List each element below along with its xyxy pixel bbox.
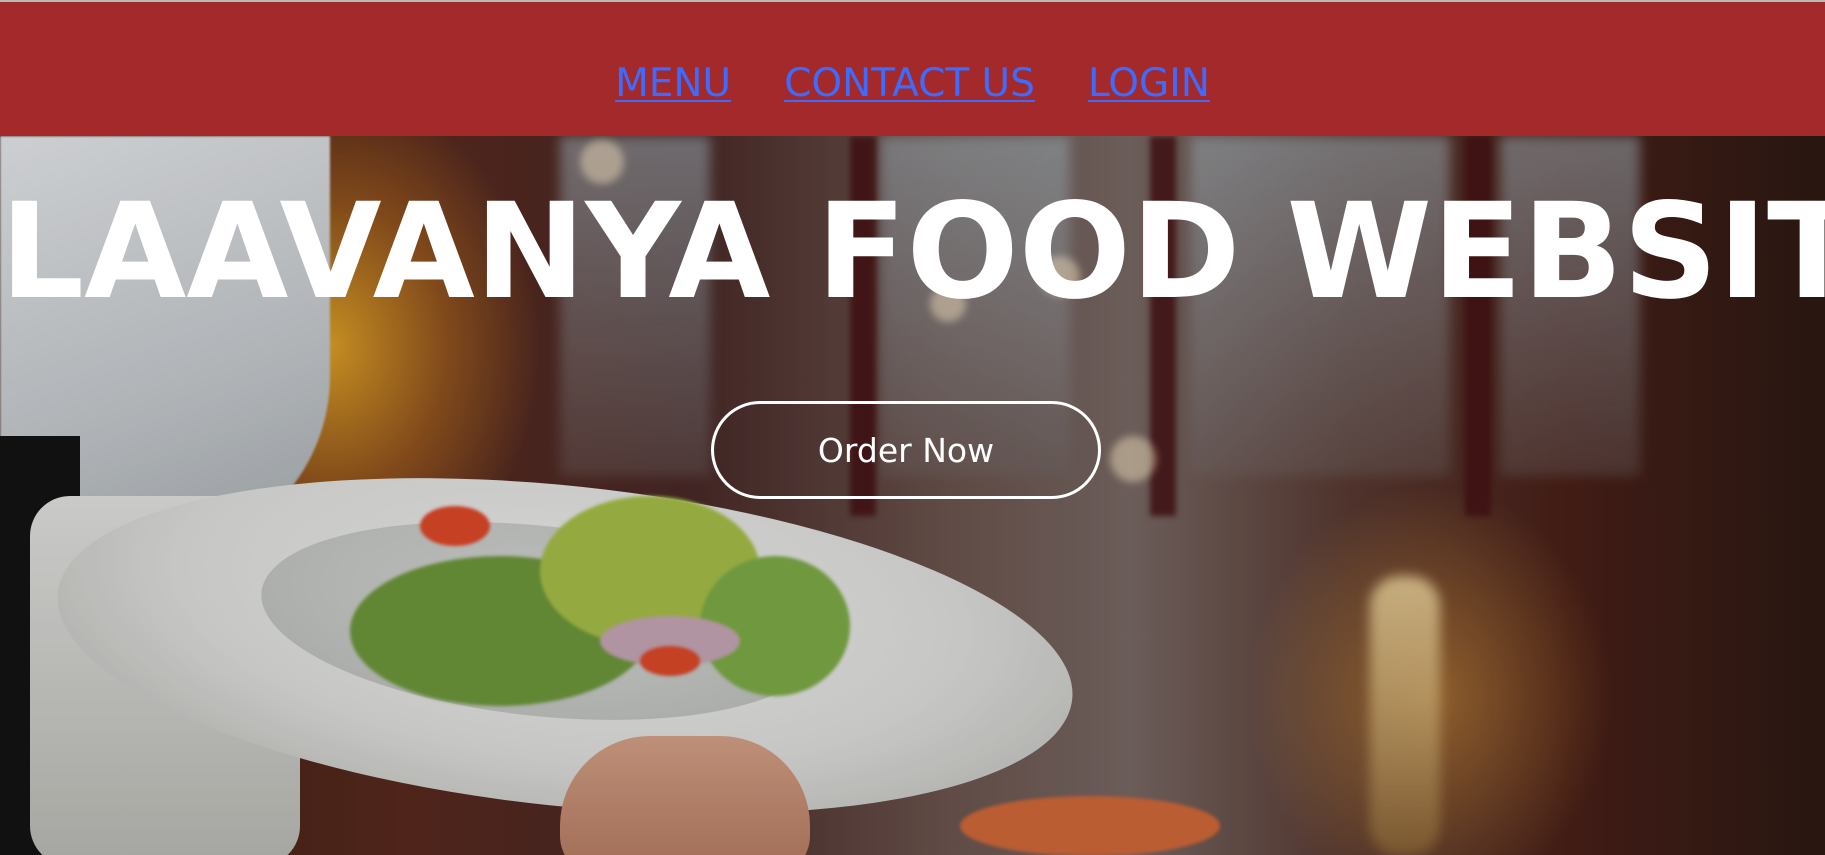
nav-link-login[interactable]: LOGIN — [1088, 64, 1210, 103]
nav-link-menu[interactable]: MENU — [615, 64, 731, 103]
nav-link-contact-us[interactable]: CONTACT US — [784, 64, 1035, 103]
order-now-button[interactable]: Order Now — [711, 401, 1101, 499]
site-header: MENU CONTACT US LOGIN — [0, 2, 1825, 136]
hero-section: LAAVANYA FOOD WEBSITE Order Now — [0, 136, 1825, 855]
hero-title: LAAVANYA FOOD WEBSITE — [0, 175, 1825, 329]
main-nav: MENU CONTACT US LOGIN — [0, 64, 1825, 103]
